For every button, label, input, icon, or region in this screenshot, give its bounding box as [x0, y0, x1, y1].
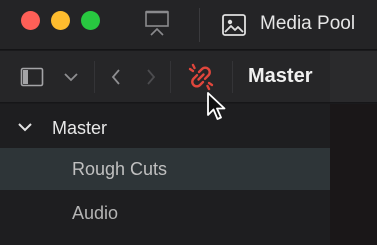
toolbar-divider	[170, 61, 171, 93]
bin-item-master[interactable]: Master	[0, 107, 330, 149]
toolbar-divider	[232, 61, 233, 93]
toolbar-extension	[330, 51, 377, 103]
window-title: Media Pool	[260, 13, 356, 34]
close-button[interactable]	[21, 11, 40, 30]
sidebar-toggle-icon[interactable]	[20, 67, 44, 87]
chevron-down-icon[interactable]	[63, 71, 79, 83]
zoom-button[interactable]	[81, 11, 100, 30]
bin-list: Master Rough Cuts Audio	[0, 104, 330, 245]
bin-item-rough-cuts[interactable]: Rough Cuts	[0, 148, 330, 190]
media-pool-icon[interactable]	[221, 13, 247, 37]
mouse-cursor-icon	[207, 92, 226, 120]
monitor-icon[interactable]	[143, 8, 171, 38]
unlink-icon[interactable]	[186, 62, 216, 92]
bin-label: Master	[52, 118, 108, 138]
bin-item-audio[interactable]: Audio	[0, 192, 330, 234]
titlebar-divider	[199, 8, 200, 42]
current-bin-title: Master	[248, 65, 313, 87]
back-icon[interactable]	[110, 68, 122, 86]
title-bar: Media Pool	[0, 0, 377, 50]
bin-label: Rough Cuts	[72, 159, 168, 179]
chevron-down-icon[interactable]	[17, 121, 33, 133]
clip-viewer-pane[interactable]	[330, 104, 377, 245]
toolbar: Master	[0, 51, 330, 103]
forward-icon[interactable]	[145, 68, 157, 86]
bin-label: Audio	[72, 203, 119, 223]
minimize-button[interactable]	[51, 11, 70, 30]
toolbar-divider	[94, 61, 95, 93]
